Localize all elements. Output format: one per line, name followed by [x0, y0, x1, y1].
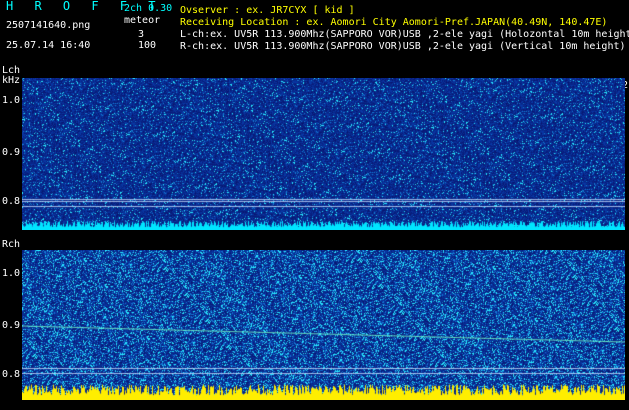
rch-freq-tick: 0.9: [2, 320, 21, 331]
mode-label: meteor: [124, 15, 161, 26]
rch-label: Rch: [2, 239, 21, 250]
lch-unit: kHz: [2, 75, 21, 86]
file-name: 2507141640.png: [6, 20, 91, 31]
rch-count: 100: [138, 40, 157, 51]
observer-info: Ovserver : ex. JR7CYX [ kid ]: [180, 5, 355, 16]
lch-freq-tick: 1.0: [2, 95, 21, 106]
rch-equipment-info: R-ch:ex. UV5R 113.900Mhz(SAPPORO VOR)USB…: [180, 41, 626, 52]
lch-freq-tick: 0.8: [2, 196, 21, 207]
lch-count: 3: [138, 29, 145, 40]
app-version: 2ch 0.30: [124, 3, 173, 14]
lch-freq-tick: 0.9: [2, 147, 21, 158]
rch-freq-tick: 0.8: [2, 369, 21, 380]
rch-freq-tick: 1.0: [2, 268, 21, 279]
lch-equipment-info: L-ch:ex. UV5R 113.900Mhz(SAPPORO VOR)USB…: [180, 29, 629, 40]
rch-spectrogram: [22, 250, 625, 400]
capture-datetime: 25.07.14 16:40: [6, 40, 91, 51]
location-info: Receiving Location : ex. Aomori City Aom…: [180, 17, 608, 28]
lch-spectrogram: [22, 78, 625, 230]
